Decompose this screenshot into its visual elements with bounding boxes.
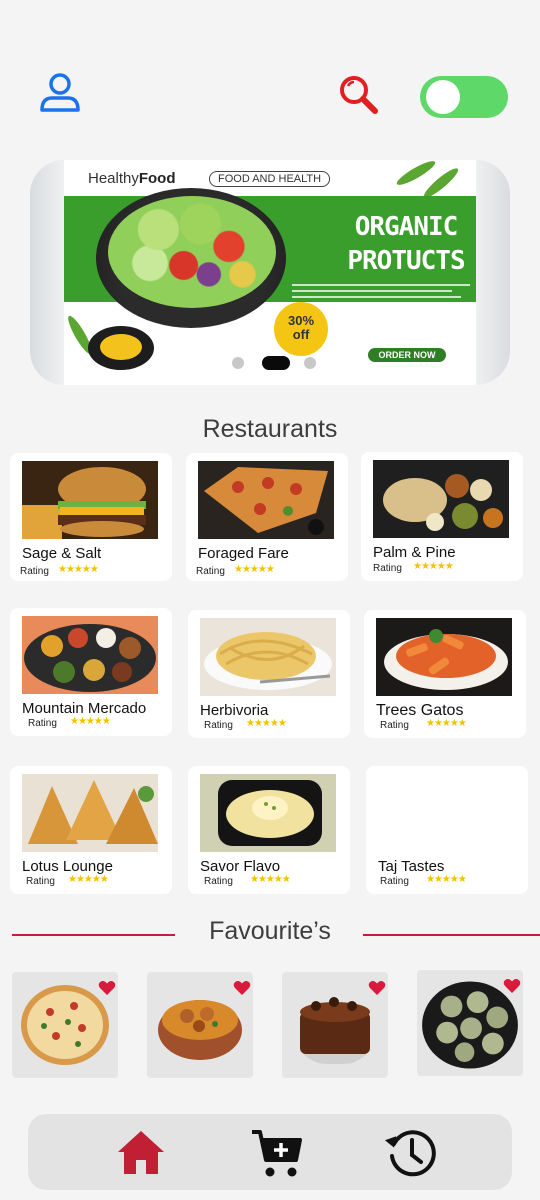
carousel-dot-active[interactable] [262, 356, 290, 370]
rating-label: Rating [28, 718, 57, 729]
mexican-platter-image [22, 616, 158, 694]
restaurants-title: Restaurants [202, 415, 338, 443]
heart-icon[interactable] [368, 980, 386, 996]
restaurant-card[interactable]: Palm & Pine Rating ★★★★★ [361, 452, 523, 581]
banner-brand: HealthyFood [88, 170, 176, 187]
rating-label: Rating [204, 876, 233, 887]
favourite-item[interactable] [147, 972, 253, 1078]
star-rating: ★★★★★ [68, 874, 109, 885]
salad-image [108, 196, 276, 308]
carousel-dot[interactable] [232, 357, 244, 369]
restaurant-name: Lotus Lounge [22, 858, 113, 875]
rating-label: Rating [196, 566, 225, 577]
discount-badge: 30% off [274, 302, 328, 356]
rasmalai-image [200, 774, 336, 852]
order-now-button[interactable]: ORDER NOW [368, 348, 446, 362]
user-icon[interactable] [38, 70, 82, 114]
rating-label: Rating [380, 876, 409, 887]
thali-platter-image [373, 460, 509, 538]
star-rating: ★★★★★ [70, 716, 111, 727]
chocolate-cake-image [293, 997, 377, 1064]
heart-icon[interactable] [503, 978, 521, 994]
corn-bowl-image [88, 326, 154, 370]
penne-pasta-image [376, 618, 512, 696]
top-bar [0, 0, 540, 150]
rating-label: Rating [373, 563, 402, 574]
restaurant-name: Sage & Salt [22, 545, 102, 562]
theme-toggle[interactable] [420, 76, 508, 118]
banner-tag: FOOD AND HEALTH [209, 171, 331, 187]
restaurant-card[interactable]: Lotus Lounge Rating ★★★★★ [10, 766, 172, 894]
banner-slide: HealthyFood FOOD AND HEALTH ORGANIC PROT… [64, 160, 476, 385]
samosa-image [22, 774, 158, 852]
star-rating: ★★★★★ [250, 874, 291, 885]
rating-label: Rating [26, 876, 55, 887]
favourites-title: Favourite’s [209, 917, 331, 945]
banner-title: ORGANIC PROTUCTS [347, 212, 465, 276]
restaurant-card[interactable]: Sage & Salt Rating ★★★★★ [10, 453, 172, 581]
heart-icon[interactable] [233, 980, 251, 996]
restaurant-card[interactable]: Savor Flavo Rating ★★★★★ [188, 766, 350, 894]
restaurant-card[interactable]: Foraged Fare Rating ★★★★★ [186, 453, 348, 581]
flatbread-pizza-image [198, 461, 334, 539]
restaurant-card[interactable]: Herbivoria Rating ★★★★★ [188, 610, 350, 738]
rating-label: Rating [204, 720, 233, 731]
restaurant-name: Herbivoria [200, 702, 269, 719]
restaurant-card[interactable]: Mountain Mercado Rating ★★★★★ [10, 608, 172, 736]
banner-body-text [292, 284, 470, 300]
rating-label: Rating [20, 566, 49, 577]
restaurant-card[interactable]: Taj Tastes Rating ★★★★★ [366, 766, 528, 894]
home-icon[interactable] [114, 1126, 168, 1180]
rating-label: Rating [380, 720, 409, 731]
pasta-image [200, 618, 336, 696]
restaurant-name: Mountain Mercado [22, 700, 147, 717]
star-rating: ★★★★★ [426, 874, 467, 885]
promo-banner[interactable]: HealthyFood FOOD AND HEALTH ORGANIC PROT… [30, 160, 510, 385]
star-rating: ★★★★★ [246, 718, 287, 729]
star-rating: ★★★★★ [413, 561, 454, 572]
restaurant-name: Savor Flavo [200, 858, 281, 875]
restaurant-name: Palm & Pine [373, 544, 456, 561]
restaurant-image-placeholder [378, 774, 514, 852]
star-rating: ★★★★★ [426, 718, 467, 729]
toggle-knob [426, 80, 460, 114]
favourite-item[interactable] [417, 970, 523, 1076]
section-divider-right [363, 934, 540, 936]
pizza-image [21, 985, 109, 1065]
restaurant-name: Taj Tastes [378, 858, 445, 875]
burger-image [22, 461, 158, 539]
favourite-item[interactable] [12, 972, 118, 1078]
star-rating: ★★★★★ [58, 564, 99, 575]
favourite-item[interactable] [282, 972, 388, 1078]
history-icon[interactable] [384, 1126, 438, 1180]
curry-image [158, 1000, 242, 1060]
carousel-dot[interactable] [304, 357, 316, 369]
cart-add-icon[interactable] [250, 1126, 304, 1180]
carousel-indicator [232, 355, 322, 371]
star-rating: ★★★★★ [234, 564, 275, 575]
search-icon[interactable] [338, 74, 380, 116]
restaurant-card[interactable]: Trees Gatos Rating ★★★★★ [364, 610, 526, 738]
heart-icon[interactable] [98, 980, 116, 996]
restaurant-name: Foraged Fare [198, 545, 289, 562]
bottom-navigation [28, 1114, 512, 1190]
